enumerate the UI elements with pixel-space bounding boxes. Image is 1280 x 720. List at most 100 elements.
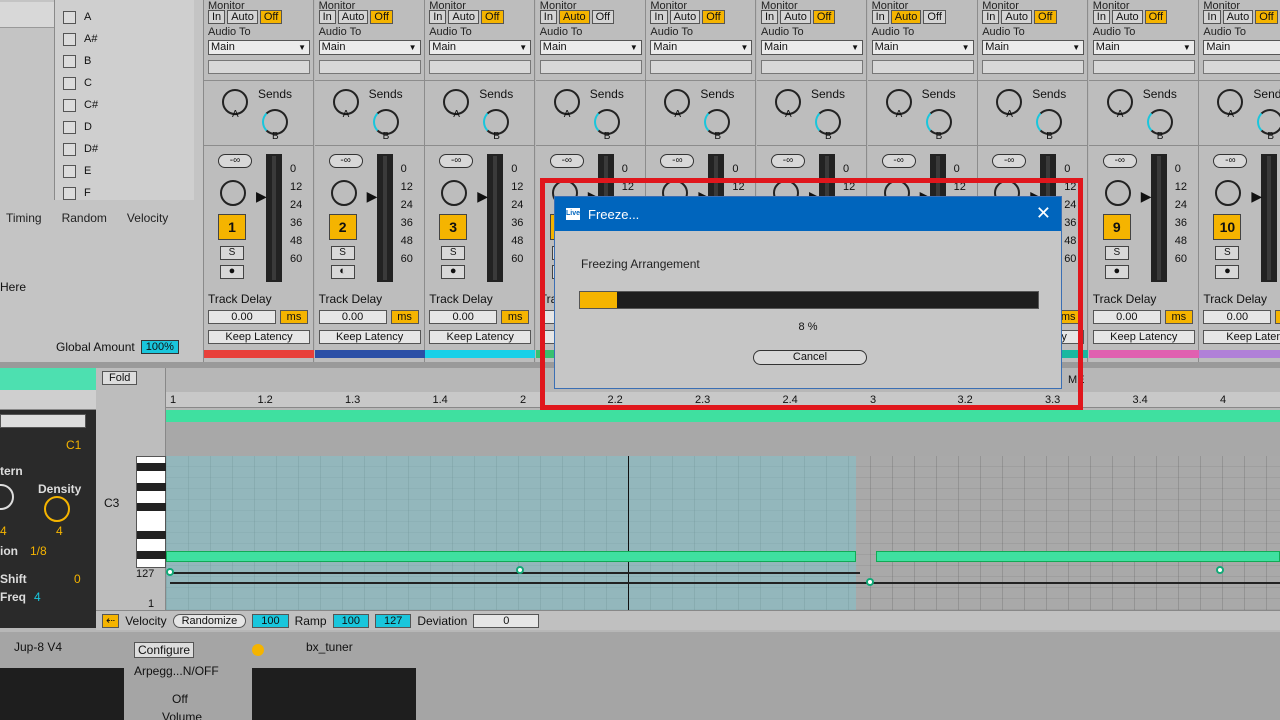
solo-button[interactable]: S <box>1104 246 1129 260</box>
arm-button[interactable]: ● <box>1215 265 1240 279</box>
monitor-off-button[interactable]: Off <box>923 10 946 24</box>
monitor-auto-button[interactable]: Auto <box>1001 10 1033 24</box>
scale-key-row[interactable]: D <box>63 116 92 138</box>
output-channel-select[interactable] <box>539 60 642 74</box>
monitor-off-button[interactable]: Off <box>702 10 725 24</box>
monitor-in-button[interactable]: In <box>871 10 889 24</box>
monitor-auto-button[interactable]: Auto <box>780 10 811 24</box>
monitor-auto-button[interactable]: Auto <box>1111 10 1143 24</box>
configure-button[interactable]: Configure <box>134 642 195 658</box>
velocity-lane[interactable] <box>166 566 1280 610</box>
volume-meter[interactable] <box>266 154 282 282</box>
output-channel-select[interactable] <box>1092 60 1195 74</box>
volume-slider-icon[interactable]: ▶ <box>256 188 267 205</box>
output-channel-select[interactable] <box>318 60 421 74</box>
scale-key-row[interactable]: A# <box>63 28 97 50</box>
monitor-auto-button[interactable]: Auto <box>890 10 922 24</box>
pan-knob[interactable] <box>1104 180 1131 206</box>
monitor-off-button[interactable]: Off <box>591 10 615 24</box>
arm-button[interactable]: ● <box>441 265 466 279</box>
output-channel-select[interactable] <box>429 60 532 74</box>
monitor-in-button[interactable]: In <box>1092 10 1110 24</box>
output-channel-select[interactable] <box>871 60 974 74</box>
key-checkbox[interactable] <box>63 186 76 200</box>
deviation-value[interactable]: 0 <box>473 613 540 628</box>
arp-density-knob[interactable] <box>44 496 70 522</box>
peak-level[interactable]: -∞ <box>992 154 1027 168</box>
key-checkbox[interactable] <box>63 76 76 90</box>
volume-meter[interactable] <box>1150 154 1167 282</box>
scale-key-row[interactable]: C# <box>63 94 98 116</box>
volume-meter[interactable] <box>487 154 504 282</box>
close-icon[interactable]: ✕ <box>1036 203 1051 224</box>
track-activator-button[interactable]: 2 <box>328 214 357 240</box>
volume-slider-icon[interactable]: ▶ <box>1251 188 1262 205</box>
keep-latency-button[interactable]: Keep Laten <box>1203 330 1280 344</box>
peak-level[interactable]: -∞ <box>549 154 584 168</box>
solo-button[interactable]: S <box>1215 246 1240 260</box>
jup8-device-title[interactable]: Jup-8 V4 <box>14 640 62 654</box>
key-checkbox[interactable] <box>63 32 76 46</box>
volume-slider-icon[interactable]: ▶ <box>367 188 378 205</box>
volume-slider-icon[interactable]: ▶ <box>477 188 488 205</box>
monitor-in-button[interactable]: In <box>539 10 557 24</box>
pan-knob[interactable] <box>220 180 246 206</box>
monitor-in-button[interactable]: In <box>429 10 447 24</box>
key-checkbox[interactable] <box>63 142 76 156</box>
monitor-in-button[interactable]: In <box>761 10 779 24</box>
keep-latency-button[interactable]: Keep Latency <box>208 330 310 344</box>
monitor-off-button[interactable]: Off <box>1255 10 1278 24</box>
monitor-auto-button[interactable]: Auto <box>669 10 701 24</box>
output-select[interactable]: Main ▼ <box>982 40 1085 55</box>
monitor-off-button[interactable]: Off <box>1034 10 1057 24</box>
arm-button[interactable]: ● <box>220 265 244 279</box>
peak-level[interactable]: -∞ <box>881 154 916 168</box>
arp-pattern-knob[interactable] <box>0 484 14 510</box>
midi-note[interactable] <box>166 551 856 562</box>
delay-unit-button[interactable]: ms <box>1275 310 1280 324</box>
tab-velocity[interactable]: Velocity <box>127 211 168 225</box>
peak-level[interactable]: -∞ <box>1102 154 1137 168</box>
track-delay-value[interactable]: 0.00 <box>1092 310 1161 324</box>
velocity-handle[interactable] <box>1216 566 1224 574</box>
track-activator-button[interactable]: 9 <box>1102 214 1131 240</box>
keep-latency-button[interactable]: Keep Latency <box>429 330 532 344</box>
scale-key-row[interactable]: E <box>63 160 91 182</box>
loop-brace[interactable] <box>166 410 1280 422</box>
scale-key-row[interactable]: F <box>63 182 91 204</box>
output-select[interactable]: Main ▼ <box>650 40 753 55</box>
pan-knob[interactable] <box>441 180 468 206</box>
peak-level[interactable]: -∞ <box>1213 154 1248 168</box>
track-delay-value[interactable]: 0.00 <box>1203 310 1272 324</box>
output-select[interactable]: Main ▼ <box>208 40 310 55</box>
monitor-in-button[interactable]: In <box>982 10 1000 24</box>
midi-note[interactable] <box>876 551 1280 562</box>
monitor-auto-button[interactable]: Auto <box>337 10 369 24</box>
monitor-in-button[interactable]: In <box>318 10 336 24</box>
volume-slider-icon[interactable]: ▶ <box>1141 188 1152 205</box>
global-amount-value[interactable]: 100% <box>140 340 179 354</box>
randomize-amount[interactable]: 100 <box>252 613 289 628</box>
monitor-in-button[interactable]: In <box>1203 10 1221 24</box>
solo-button[interactable]: S <box>220 246 244 260</box>
monitor-off-button[interactable]: Off <box>481 10 504 24</box>
monitor-auto-button[interactable]: Auto <box>227 10 258 24</box>
key-checkbox[interactable] <box>63 98 76 112</box>
monitor-in-button[interactable]: In <box>650 10 668 24</box>
tab-random[interactable]: Random <box>62 211 107 225</box>
piano-keys[interactable] <box>136 456 167 568</box>
scale-key-row[interactable]: A <box>63 6 91 28</box>
pan-knob[interactable] <box>330 180 357 206</box>
velocity-handle[interactable] <box>166 568 174 576</box>
track-activator-button[interactable]: 10 <box>1213 214 1242 240</box>
arm-button[interactable]: ◐ <box>330 265 355 279</box>
randomize-button[interactable]: Randomize <box>172 613 247 628</box>
tab-timing[interactable]: Timing <box>6 211 42 225</box>
monitor-off-button[interactable]: Off <box>370 10 393 24</box>
output-channel-select[interactable] <box>982 60 1085 74</box>
pan-knob[interactable] <box>1215 180 1242 206</box>
output-channel-select[interactable] <box>1203 60 1280 74</box>
track-activator-button[interactable]: 1 <box>218 214 246 240</box>
output-select[interactable]: Main ▼ <box>539 40 642 55</box>
output-select[interactable]: Main ▼ <box>429 40 532 55</box>
